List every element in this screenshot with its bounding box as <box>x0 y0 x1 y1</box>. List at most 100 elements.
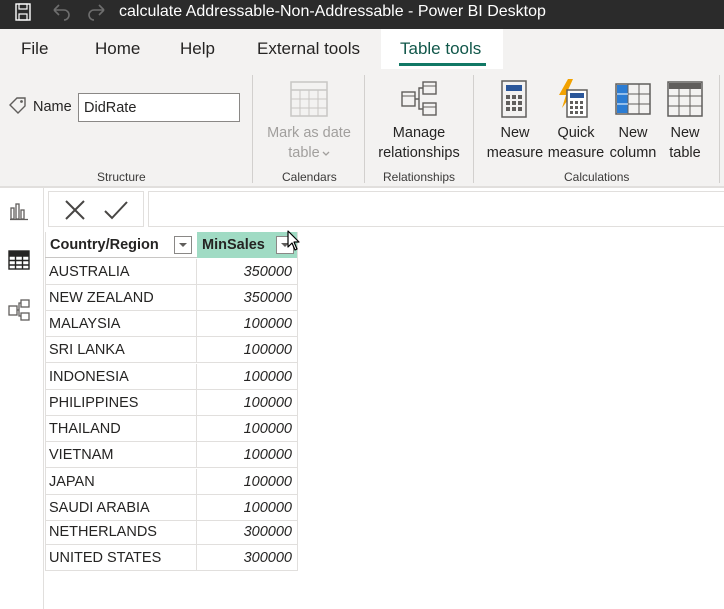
cell-min-sales[interactable]: 100000 <box>197 390 298 416</box>
column-header-label: MinSales <box>202 237 265 253</box>
table-row: SRI LANKA 100000 <box>45 337 298 363</box>
cell-country[interactable]: AUSTRALIA <box>45 259 197 285</box>
cell-min-sales[interactable]: 300000 <box>197 545 298 571</box>
cell-min-sales[interactable]: 100000 <box>197 337 298 363</box>
table-row: AUSTRALIA 350000 <box>45 259 298 285</box>
ribbon-bottom-border <box>0 186 724 188</box>
commit-icon[interactable] <box>103 197 129 223</box>
mouse-cursor-icon <box>287 230 301 257</box>
tag-icon <box>8 96 28 121</box>
cell-country[interactable]: JAPAN <box>45 469 197 495</box>
filter-dropdown-icon[interactable] <box>174 236 192 254</box>
grid-header: Country/Region MinSales <box>45 232 298 258</box>
name-input[interactable] <box>78 93 240 122</box>
table-row: NETHERLANDS 300000 <box>45 519 298 545</box>
table-row: UNITED STATES 300000 <box>45 545 298 571</box>
cell-min-sales[interactable]: 100000 <box>197 416 298 442</box>
ribbon-separator <box>473 75 474 183</box>
manage-relationships-label-1: Manage <box>392 125 446 141</box>
group-label-calendars: Calendars <box>282 170 337 184</box>
chevron-down-icon <box>322 143 330 163</box>
new-measure-label-1: New <box>500 125 530 141</box>
mark-as-date-table-button: Mark as date table <box>262 123 356 163</box>
quick-measure-label-1: Quick <box>557 125 595 141</box>
manage-relationships-icon <box>400 81 438 122</box>
table-row: INDONESIA 100000 <box>45 364 298 390</box>
table-row: PHILIPPINES 100000 <box>45 390 298 416</box>
new-measure-label-2: measure <box>486 145 544 161</box>
cell-country[interactable]: THAILAND <box>45 416 197 442</box>
table-row: THAILAND 100000 <box>45 416 298 442</box>
cell-country[interactable]: SAUDI ARABIA <box>45 495 197 521</box>
title-bar: calculate Addressable-Non-Addressable - … <box>0 0 724 29</box>
new-table-icon <box>667 81 703 122</box>
view-rail <box>0 188 44 609</box>
new-table-label-2: table <box>669 145 701 161</box>
cell-min-sales[interactable]: 350000 <box>197 259 298 285</box>
cell-country[interactable]: NETHERLANDS <box>45 519 197 545</box>
window-title: calculate Addressable-Non-Addressable - … <box>119 3 546 20</box>
quick-measure-label-2: measure <box>547 145 605 161</box>
cell-country[interactable]: SRI LANKA <box>45 337 197 363</box>
menu-table-tools[interactable]: Table tools <box>400 39 481 59</box>
formula-bar-actions <box>48 191 144 227</box>
cell-country[interactable]: VIETNAM <box>45 442 197 468</box>
ribbon-separator <box>719 75 720 183</box>
cell-country[interactable]: MALAYSIA <box>45 311 197 337</box>
group-label-calculations: Calculations <box>564 170 630 184</box>
column-header-label: Country/Region <box>50 237 159 253</box>
new-measure-button[interactable]: New measure <box>484 123 546 163</box>
calculator-icon <box>501 80 527 123</box>
grid-border <box>297 232 298 570</box>
ribbon-separator <box>364 75 365 183</box>
quick-measure-icon <box>555 78 589 123</box>
ribbon-separator <box>252 75 253 183</box>
new-column-icon <box>615 83 651 120</box>
manage-relationships-label-2: relationships <box>378 145 460 161</box>
new-column-button[interactable]: New column <box>603 123 663 163</box>
cancel-icon[interactable] <box>62 197 88 223</box>
menu-home[interactable]: Home <box>95 39 140 59</box>
calendar-table-icon <box>290 81 328 122</box>
data-view-icon[interactable] <box>6 247 32 273</box>
menu-help[interactable]: Help <box>180 39 215 59</box>
mark-as-date-label-1: Mark as date <box>267 125 351 141</box>
cell-min-sales[interactable]: 100000 <box>197 442 298 468</box>
cell-min-sales[interactable]: 350000 <box>197 285 298 311</box>
ribbon: Name Structure Mark as date table Calend… <box>0 69 724 186</box>
cell-country[interactable]: UNITED STATES <box>45 545 197 571</box>
new-column-label-2: column <box>609 145 657 161</box>
quick-measure-button[interactable]: Quick measure <box>545 123 607 163</box>
new-table-label-1: New <box>670 125 700 141</box>
table-row: MALAYSIA 100000 <box>45 311 298 337</box>
cell-min-sales[interactable]: 100000 <box>197 311 298 337</box>
cell-min-sales[interactable]: 100000 <box>197 495 298 521</box>
group-label-structure: Structure <box>97 170 146 184</box>
new-column-label-1: New <box>618 125 648 141</box>
redo-icon[interactable] <box>86 0 108 24</box>
model-view-icon[interactable] <box>6 297 32 323</box>
cell-min-sales[interactable]: 100000 <box>197 469 298 495</box>
table-row: SAUDI ARABIA 100000 <box>45 495 298 521</box>
cell-min-sales[interactable]: 100000 <box>197 364 298 390</box>
menu-bar: File Home Help External tools Table tool… <box>0 29 724 69</box>
undo-icon[interactable] <box>50 0 72 24</box>
table-row: VIETNAM 100000 <box>45 442 298 468</box>
table-row: JAPAN 100000 <box>45 469 298 495</box>
cell-min-sales[interactable]: 300000 <box>197 519 298 545</box>
active-tab-underline <box>399 63 486 66</box>
group-label-relationships: Relationships <box>383 170 456 184</box>
formula-input[interactable] <box>148 191 724 227</box>
menu-external-tools[interactable]: External tools <box>257 39 360 59</box>
cell-country[interactable]: NEW ZEALAND <box>45 285 197 311</box>
table-row: NEW ZEALAND 350000 <box>45 285 298 311</box>
cell-country[interactable]: PHILIPPINES <box>45 390 197 416</box>
manage-relationships-button[interactable]: Manage relationships <box>372 123 466 163</box>
report-view-icon[interactable] <box>6 198 32 224</box>
save-icon[interactable] <box>12 0 34 24</box>
mark-as-date-label-2: table <box>288 145 320 161</box>
menu-file[interactable]: File <box>21 39 48 59</box>
new-table-button[interactable]: New table <box>662 123 708 163</box>
cell-country[interactable]: INDONESIA <box>45 364 197 390</box>
name-label: Name <box>33 99 72 115</box>
